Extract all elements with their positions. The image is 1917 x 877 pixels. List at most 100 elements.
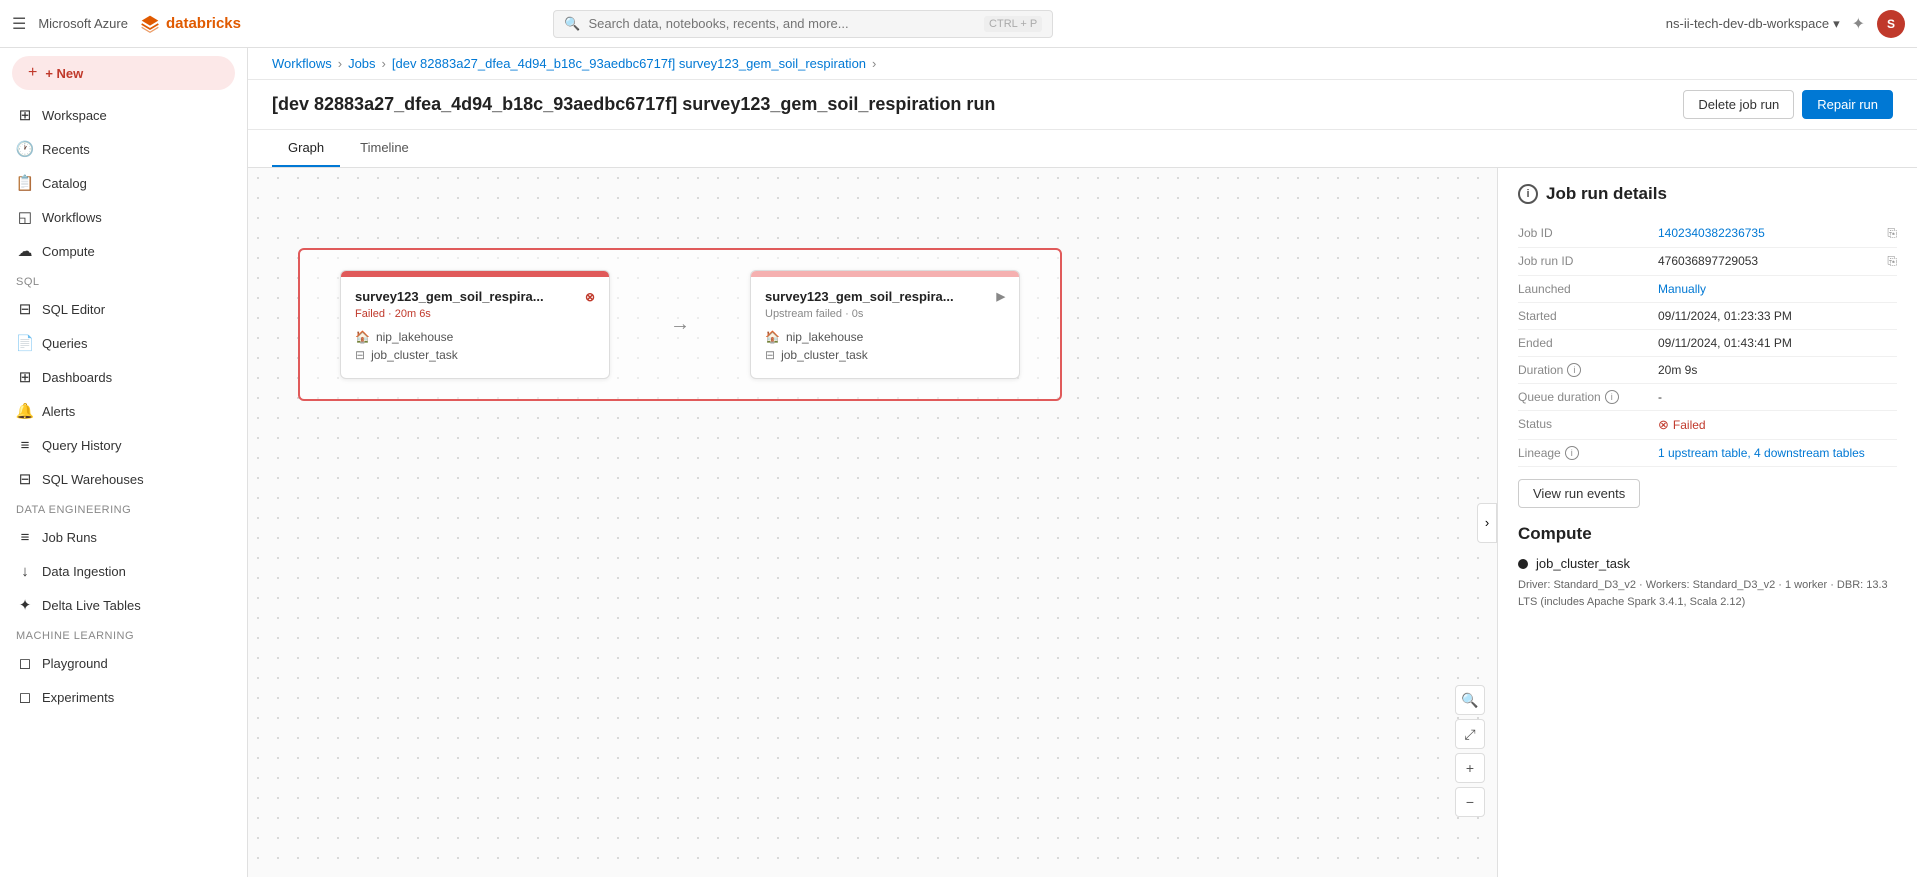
- sidebar-item-experiments[interactable]: ◻ Experiments: [0, 680, 247, 714]
- sidebar: + + New ⊞ Workspace 🕐 Recents 📋 Catalog …: [0, 48, 248, 877]
- search-icon: 🔍: [564, 16, 580, 32]
- task-node-2-status: Upstream failed · 0s: [765, 308, 1005, 320]
- task-node-1-status: Failed · 20m 6s: [355, 308, 595, 320]
- task-2-resource2-label: job_cluster_task: [781, 348, 868, 362]
- logo-text: databricks: [166, 15, 241, 32]
- graph-collapse-button[interactable]: ›: [1477, 503, 1497, 543]
- sidebar-item-delta-live-tables[interactable]: ✦ Delta Live Tables: [0, 588, 247, 622]
- job-id-value[interactable]: 1402340382236735: [1658, 226, 1883, 240]
- topbar-right: ns-ii-tech-dev-db-workspace ▾ ✦ S: [1666, 10, 1905, 38]
- sidebar-item-compute[interactable]: ☁ Compute: [0, 234, 247, 268]
- copy-icon-job-id[interactable]: ⎘: [1887, 226, 1897, 241]
- sidebar-item-recents[interactable]: 🕐 Recents: [0, 132, 247, 166]
- details-section-title: i Job run details: [1518, 184, 1897, 204]
- sidebar-item-alerts[interactable]: 🔔 Alerts: [0, 394, 247, 428]
- details-title-label: Job run details: [1546, 184, 1667, 204]
- sidebar-item-label: Workspace: [42, 108, 107, 123]
- zoom-out-button[interactable]: −: [1455, 787, 1485, 817]
- sql-editor-icon: ⊟: [16, 300, 34, 318]
- details-row-job-run-id: Job run ID 476036897729053 ⎘: [1518, 248, 1897, 276]
- job-run-id-label: Job run ID: [1518, 254, 1658, 268]
- sidebar-item-label: Data Ingestion: [42, 564, 126, 579]
- lineage-info-icon[interactable]: i: [1565, 446, 1579, 460]
- avatar[interactable]: S: [1877, 10, 1905, 38]
- sidebar-item-workflows[interactable]: ◱ Workflows: [0, 200, 247, 234]
- cluster-icon: ⊟: [355, 348, 365, 362]
- sidebar-item-query-history[interactable]: ≡ Query History: [0, 428, 247, 462]
- task-1-resource1-label: nip_lakehouse: [376, 330, 453, 344]
- lineage-value[interactable]: 1 upstream table, 4 downstream tables: [1658, 446, 1897, 460]
- sidebar-item-sql-editor[interactable]: ⊟ SQL Editor: [0, 292, 247, 326]
- task-1-resource1: 🏠 nip_lakehouse: [355, 330, 595, 344]
- graph-area[interactable]: survey123_gem_soil_respira... ⊗ Failed ·…: [248, 168, 1497, 877]
- fit-view-button[interactable]: ⤢: [1455, 719, 1485, 749]
- new-button[interactable]: + + New: [12, 56, 235, 90]
- new-label: + New: [45, 66, 83, 81]
- view-run-events-button[interactable]: View run events: [1518, 479, 1640, 508]
- workspace-name: ns-ii-tech-dev-db-workspace: [1666, 16, 1829, 31]
- compute-description: Driver: Standard_D3_v2 · Workers: Standa…: [1518, 577, 1897, 610]
- sidebar-item-dashboards[interactable]: ⊞ Dashboards: [0, 360, 247, 394]
- cluster-icon-2: ⊟: [765, 348, 775, 362]
- task-1-resource2-label: job_cluster_task: [371, 348, 458, 362]
- sidebar-item-sql-warehouses[interactable]: ⊟ SQL Warehouses: [0, 462, 247, 496]
- sidebar-item-catalog[interactable]: 📋 Catalog: [0, 166, 247, 200]
- compute-title: Compute: [1518, 524, 1897, 544]
- details-row-lineage: Lineage i 1 upstream table, 4 downstream…: [1518, 440, 1897, 467]
- task-2-resource2: ⊟ job_cluster_task: [765, 348, 1005, 362]
- breadcrumb-workflows[interactable]: Workflows: [272, 56, 332, 71]
- queue-duration-label: Queue duration i: [1518, 390, 1658, 404]
- page-actions: Delete job run Repair run: [1683, 90, 1893, 119]
- sidebar-item-label: Query History: [42, 438, 121, 453]
- task-node-2-body: survey123_gem_soil_respira... ▶ Upstream…: [751, 277, 1019, 378]
- sidebar-item-label: Queries: [42, 336, 88, 351]
- search-graph-button[interactable]: 🔍: [1455, 685, 1485, 715]
- task-node-1[interactable]: survey123_gem_soil_respira... ⊗ Failed ·…: [340, 270, 610, 379]
- sidebar-item-label: Catalog: [42, 176, 87, 191]
- details-row-started: Started 09/11/2024, 01:23:33 PM: [1518, 303, 1897, 330]
- data-engineering-section-label: Data Engineering: [0, 496, 247, 520]
- repair-run-button[interactable]: Repair run: [1802, 90, 1893, 119]
- delete-job-run-button[interactable]: Delete job run: [1683, 90, 1794, 119]
- sidebar-item-label: Recents: [42, 142, 90, 157]
- copy-icon-run-id[interactable]: ⎘: [1887, 254, 1897, 269]
- sidebar-item-job-runs[interactable]: ≡ Job Runs: [0, 520, 247, 554]
- sidebar-item-label: Playground: [42, 656, 108, 671]
- started-label: Started: [1518, 309, 1658, 323]
- queue-duration-info-icon[interactable]: i: [1605, 390, 1619, 404]
- details-row-queue-duration: Queue duration i -: [1518, 384, 1897, 411]
- duration-label: Duration i: [1518, 363, 1658, 377]
- sidebar-item-playground[interactable]: ◻ Playground: [0, 646, 247, 680]
- sidebar-item-workspace[interactable]: ⊞ Workspace: [0, 98, 247, 132]
- sidebar-item-queries[interactable]: 📄 Queries: [0, 326, 247, 360]
- tab-bar: Graph Timeline: [248, 130, 1917, 168]
- workspace-icon: ⊞: [16, 106, 34, 124]
- zoom-in-button[interactable]: +: [1455, 753, 1485, 783]
- ended-label: Ended: [1518, 336, 1658, 350]
- launched-value[interactable]: Manually: [1658, 282, 1897, 296]
- workflows-icon: ◱: [16, 208, 34, 226]
- task-1-fail-icon: ⊗: [585, 290, 595, 304]
- recents-icon: 🕐: [16, 140, 34, 158]
- details-row-job-id: Job ID 1402340382236735 ⎘: [1518, 220, 1897, 248]
- search-input[interactable]: [588, 16, 976, 31]
- notifications-icon[interactable]: ✦: [1852, 14, 1865, 34]
- search-shortcut: CTRL + P: [984, 16, 1042, 32]
- queue-duration-value: -: [1658, 390, 1897, 404]
- task-node-2[interactable]: survey123_gem_soil_respira... ▶ Upstream…: [750, 270, 1020, 379]
- lakehouse-icon-2: 🏠: [765, 330, 780, 344]
- duration-info-icon[interactable]: i: [1567, 363, 1581, 377]
- ended-value: 09/11/2024, 01:43:41 PM: [1658, 336, 1897, 350]
- breadcrumb-jobs[interactable]: Jobs: [348, 56, 375, 71]
- experiments-icon: ◻: [16, 688, 34, 706]
- menu-icon[interactable]: ☰: [12, 14, 26, 34]
- task-node-2-title: survey123_gem_soil_respira... ▶: [765, 289, 1005, 304]
- tab-graph[interactable]: Graph: [272, 130, 340, 167]
- search-bar[interactable]: 🔍 CTRL + P: [553, 10, 1053, 38]
- sidebar-item-data-ingestion[interactable]: ↓ Data Ingestion: [0, 554, 247, 588]
- sidebar-item-label: SQL Warehouses: [42, 472, 144, 487]
- tab-timeline[interactable]: Timeline: [344, 130, 425, 167]
- sidebar-item-label: Workflows: [42, 210, 102, 225]
- workspace-selector[interactable]: ns-ii-tech-dev-db-workspace ▾: [1666, 16, 1840, 32]
- breadcrumb-job-name[interactable]: [dev 82883a27_dfea_4d94_b18c_93aedbc6717…: [392, 56, 866, 71]
